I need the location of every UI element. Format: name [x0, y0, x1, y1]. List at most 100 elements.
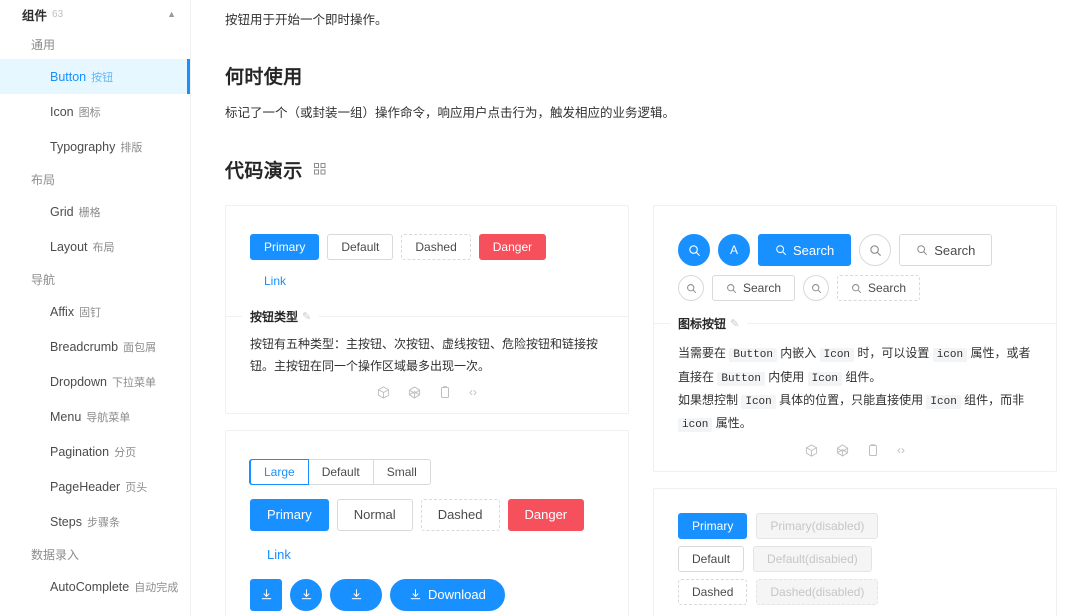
sidebar-header[interactable]: 组件 63 ▲ — [0, 0, 190, 29]
text-part: 内使用 — [764, 369, 808, 384]
sidebar-item-label: Affix — [50, 304, 75, 319]
card-description-line-1: 当需要在 Button 内嵌入 Icon 时，可以设置 icon 属性，或者直接… — [678, 342, 1032, 389]
button-download-square[interactable] — [250, 578, 282, 611]
text-part: 具体的位置，只能直接使用 — [775, 392, 927, 407]
codepen-icon[interactable] — [408, 386, 421, 399]
code-brackets-icon[interactable]: ‹› — [897, 444, 905, 456]
pencil-icon[interactable]: ✎ — [730, 317, 739, 330]
sidebar-item-label-cn: 栅格 — [78, 206, 101, 219]
download-icon — [260, 588, 273, 601]
disabled-row-dashed: Dashed Dashed(disabled) — [678, 578, 1032, 605]
chevron-up-icon[interactable]: ▲ — [167, 10, 176, 19]
sidebar-item-button[interactable]: Button 按钮 — [0, 59, 190, 94]
button-download-circle[interactable] — [290, 578, 322, 611]
card-button-type: Primary Default Dashed Danger Link 按钮类型 … — [225, 205, 629, 414]
sidebar-group-title-general: 通用 — [31, 37, 56, 52]
sidebar-item-label: Steps — [50, 514, 82, 529]
sidebar-item-dropdown[interactable]: Dropdown 下拉菜单 — [0, 364, 190, 399]
card-action-bar: ‹› — [250, 378, 604, 405]
sidebar-item-checkbox[interactable]: Checkbox 多选框 — [0, 604, 190, 616]
button-dashed[interactable]: Dashed — [678, 578, 748, 605]
button-dashed-disabled: Dashed(disabled) — [756, 578, 879, 605]
sidebar-item-pagination[interactable]: Pagination 分页 — [0, 434, 190, 469]
search-icon — [688, 244, 701, 257]
grid-layout-icon[interactable] — [314, 159, 326, 181]
sidebar-header-title: 组件 — [22, 9, 48, 23]
search-icon — [775, 244, 787, 256]
section-heading-code-demo: 代码演示 — [225, 156, 1066, 183]
button-search-default[interactable]: Search — [899, 234, 993, 267]
sidebar-item-label: Button — [50, 69, 87, 84]
button-search-circle-small[interactable] — [678, 275, 704, 302]
codesandbox-icon[interactable] — [377, 386, 390, 399]
sidebar-item-breadcrumb[interactable]: Breadcrumb 面包屑 — [0, 329, 190, 364]
codepen-icon[interactable] — [836, 444, 849, 457]
sidebar-item-grid[interactable]: Grid 栅格 — [0, 194, 190, 229]
sidebar-item-menu[interactable]: Menu 导航菜单 — [0, 399, 190, 434]
text-part: 如果想控制 — [678, 392, 742, 407]
button-primary[interactable]: Primary — [250, 234, 320, 261]
sidebar-item-steps[interactable]: Steps 步骤条 — [0, 504, 190, 539]
button-search-dashed[interactable]: Search — [837, 275, 921, 302]
button-danger-large[interactable]: Danger — [507, 498, 585, 531]
button-search-circle-primary[interactable] — [678, 234, 710, 267]
button-search-circle-default[interactable] — [859, 234, 892, 267]
download-icon — [350, 588, 363, 601]
size-demo-row-types: Primary Normal Dashed Danger Link — [250, 498, 604, 571]
code-token: Icon — [807, 371, 843, 386]
button-normal-large[interactable]: Normal — [336, 498, 413, 531]
button-danger[interactable]: Danger — [478, 234, 547, 261]
button-label: Search — [793, 242, 835, 258]
button-primary[interactable]: Primary — [678, 512, 748, 539]
sidebar-item-label-cn: 排版 — [120, 141, 143, 154]
codesandbox-icon[interactable] — [805, 444, 818, 457]
card-disabled-buttons: Primary Primary(disabled) Default Defaul… — [653, 487, 1057, 616]
button-search-small[interactable]: Search — [712, 275, 796, 302]
icon-button-row-1: A Search Search — [678, 234, 1032, 267]
button-link[interactable]: Link — [678, 612, 728, 616]
button-default[interactable]: Default — [327, 234, 394, 261]
sidebar-item-icon[interactable]: Icon 图标 — [0, 94, 190, 129]
button-search-primary[interactable]: Search — [758, 234, 852, 267]
text-part: 时，可以设置 — [854, 346, 933, 361]
size-option-large[interactable]: Large — [250, 458, 309, 485]
copy-icon[interactable] — [867, 443, 879, 457]
demo-column-left: Primary Default Dashed Danger Link 按钮类型 … — [225, 205, 629, 616]
size-option-default[interactable]: Default — [308, 458, 374, 485]
button-dashed-large[interactable]: Dashed — [420, 498, 500, 531]
sidebar-item-label: Menu — [50, 409, 82, 424]
size-demo-row-download: Download Download — [250, 578, 604, 616]
text-part: 内嵌入 — [776, 346, 820, 361]
code-token: Icon — [819, 348, 855, 363]
button-primary-large[interactable]: Primary — [250, 498, 329, 531]
sidebar-item-layout[interactable]: Layout 布局 — [0, 229, 190, 264]
button-primary-disabled: Primary(disabled) — [756, 512, 879, 539]
sidebar-item-affix[interactable]: Affix 固钉 — [0, 294, 190, 329]
page-root: 组件 63 ▲ 通用 Button 按钮 Icon 图标 Typography … — [0, 0, 1080, 616]
button-download-round[interactable] — [330, 578, 382, 611]
demo-column-right: A Search Search Search Search 图标按钮 ✎ 当需要… — [653, 205, 1057, 616]
copy-icon[interactable] — [439, 385, 451, 399]
text-part: 当需要在 — [678, 346, 730, 361]
sidebar-item-label-cn: 布局 — [92, 241, 115, 254]
code-token: Button — [729, 348, 777, 363]
button-download-round-labeled[interactable]: Download — [390, 578, 505, 611]
button-search-circle-small-2[interactable] — [803, 275, 830, 302]
sidebar-item-autocomplete[interactable]: AutoComplete 自动完成 — [0, 569, 190, 604]
button-link-large[interactable]: Link — [250, 539, 308, 571]
sidebar-item-typography[interactable]: Typography 排版 — [0, 129, 190, 164]
button-default[interactable]: Default — [678, 545, 745, 572]
sidebar-item-label-cn: 图标 — [78, 106, 101, 119]
intro-paragraph: 按钮用于开始一个即时操作。 — [225, 13, 388, 27]
size-option-small[interactable]: Small — [373, 458, 431, 485]
sidebar-header-count: 63 — [52, 9, 64, 20]
text-part: 组件，而非 — [960, 392, 1025, 407]
button-link[interactable]: Link — [250, 268, 300, 294]
button-dashed[interactable]: Dashed — [401, 234, 471, 261]
button-letter-a-circle[interactable]: A — [718, 234, 750, 267]
code-brackets-icon[interactable]: ‹› — [469, 386, 477, 398]
code-token: Icon — [741, 394, 776, 409]
code-token: icon — [932, 348, 968, 363]
pencil-icon[interactable]: ✎ — [302, 310, 311, 323]
sidebar-item-pageheader[interactable]: PageHeader 页头 — [0, 469, 190, 504]
